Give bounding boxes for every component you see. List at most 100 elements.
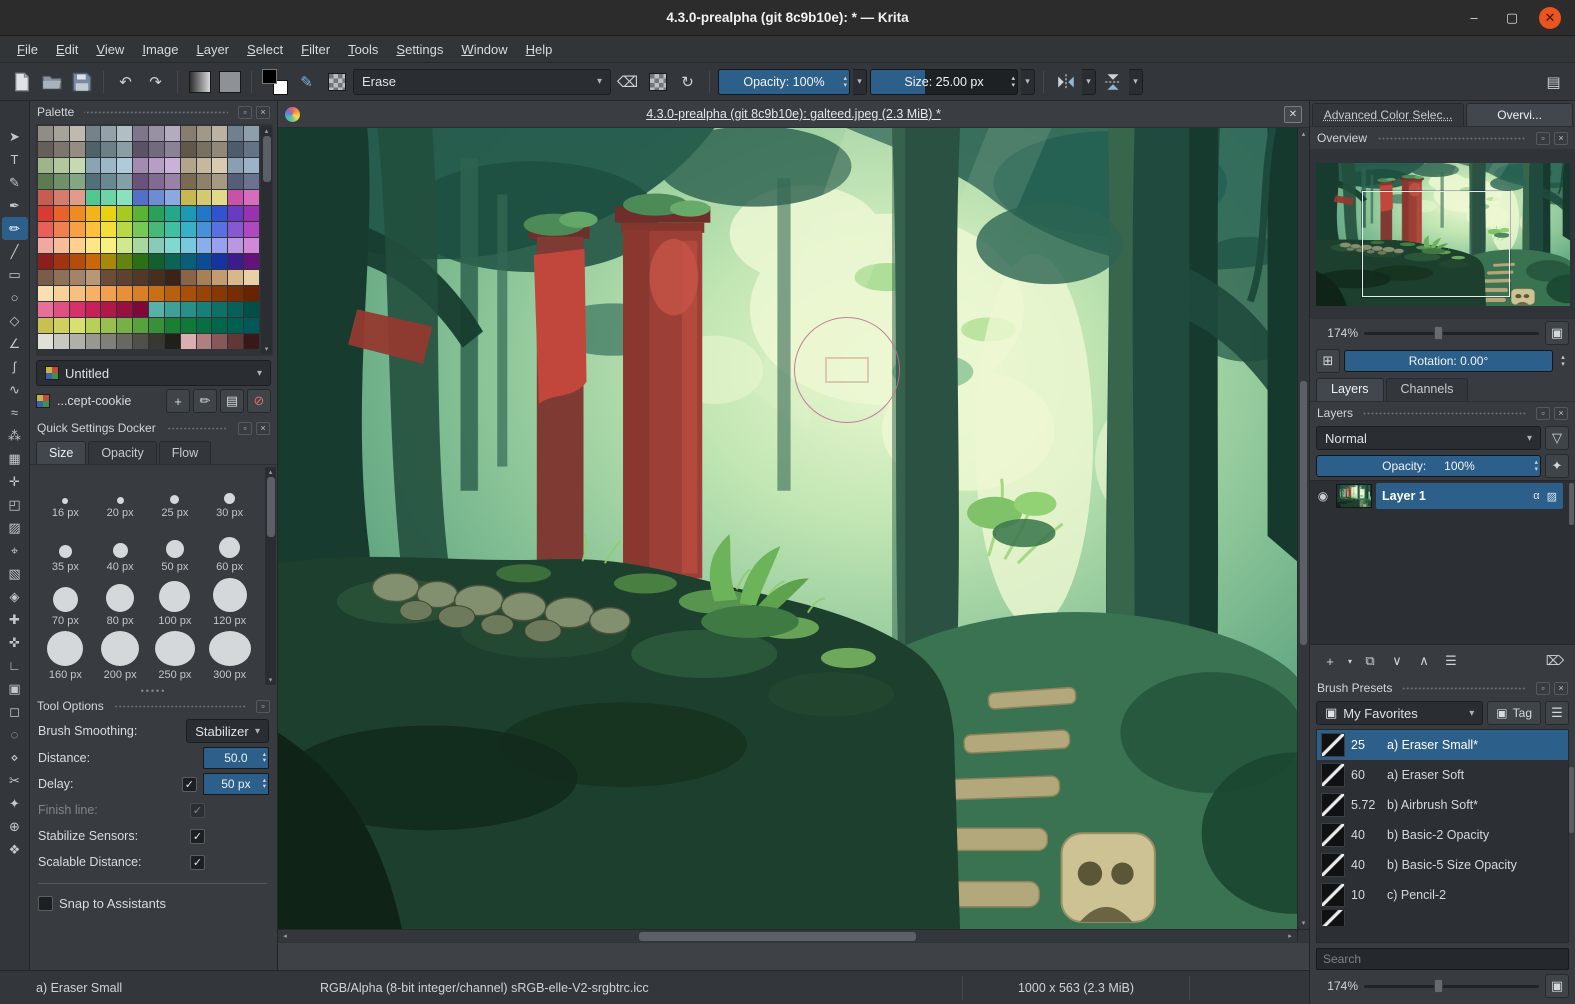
redo-button[interactable]: ↷ (142, 68, 169, 95)
edit-palette-button[interactable]: ✏ (193, 389, 217, 413)
palette-swatch-7-12[interactable] (228, 238, 244, 253)
brush-smoothing-combo[interactable]: Stabilizer ▾ (186, 719, 269, 743)
palette-swatch-10-6[interactable] (133, 286, 148, 301)
palette-swatch-6-6[interactable] (133, 222, 148, 237)
palette-swatch-0-8[interactable] (164, 126, 180, 141)
palette-swatch-5-13[interactable] (244, 206, 259, 221)
tool-rectangle[interactable]: ▭ (2, 263, 28, 286)
layer-row[interactable]: ◉ Layer 1 α ▨ (1310, 481, 1575, 511)
drag-grip[interactable] (1363, 410, 1526, 416)
preset-row-1[interactable]: 60 a) Eraser Soft (1317, 760, 1568, 790)
spin-arrows[interactable]: ▴ ▾ (263, 774, 266, 794)
menu-select[interactable]: Select (238, 38, 292, 61)
palette-swatch-7-11[interactable] (212, 238, 228, 253)
brush-size-120px[interactable]: 120 px (202, 577, 257, 629)
scroll-left-icon[interactable]: ◂ (278, 932, 292, 940)
add-layer-button[interactable]: + (1318, 649, 1342, 673)
tool-edit-shapes[interactable]: ✎ (2, 171, 28, 194)
tool-dynamic-brush[interactable]: ≈ (2, 401, 28, 424)
palette-swatch-1-7[interactable] (148, 142, 164, 157)
palette-swatch-9-0[interactable] (38, 270, 53, 285)
drag-grip[interactable] (1402, 685, 1526, 691)
tool-freehand-brush[interactable]: ✏ (1, 217, 28, 240)
palette-swatch-10-9[interactable] (180, 286, 196, 301)
palette-swatch-8-12[interactable] (228, 254, 244, 269)
brush-size-70px[interactable]: 70 px (38, 577, 93, 629)
blend-mode-combo[interactable]: Normal ▾ (1316, 426, 1541, 450)
qs-scrollbar[interactable]: ▴ ▾ (265, 467, 276, 685)
quick-settings-float-icon[interactable]: ▫ (238, 421, 252, 435)
pattern-chooser-button[interactable] (216, 68, 243, 95)
palette-swatch-10-10[interactable] (196, 286, 212, 301)
brush-size-16px[interactable]: 16 px (38, 469, 93, 521)
palette-swatch-1-10[interactable] (196, 142, 212, 157)
palette-swatch-1-12[interactable] (228, 142, 244, 157)
palette-swatch-0-2[interactable] (69, 126, 85, 141)
palette-swatch-0-6[interactable] (133, 126, 148, 141)
tool-select-rectangular[interactable]: ◻ (2, 700, 28, 723)
preset-row-0[interactable]: 25 a) Eraser Small* (1317, 730, 1568, 760)
palette-swatch-11-4[interactable] (101, 302, 117, 317)
tool-text[interactable]: T (2, 148, 28, 171)
preset-view-mode-button[interactable]: ☰ (1545, 701, 1569, 725)
palette-swatch-8-6[interactable] (133, 254, 148, 269)
palette-swatch-12-3[interactable] (85, 318, 101, 333)
palette-swatch-4-7[interactable] (148, 190, 164, 205)
add-layer-caret[interactable]: ▾ (1345, 649, 1355, 673)
menu-view[interactable]: View (87, 38, 133, 61)
snap-assistants-checkbox[interactable] (38, 895, 53, 911)
palette-swatch-10-8[interactable] (164, 286, 180, 301)
palette-swatch-9-6[interactable] (133, 270, 148, 285)
layer-visibility-icon[interactable]: ◉ (1314, 489, 1332, 503)
palette-swatch-5-9[interactable] (180, 206, 196, 221)
mirror-vertical-button[interactable] (1099, 68, 1126, 95)
palette-swatch-2-4[interactable] (101, 158, 117, 173)
menu-layer[interactable]: Layer (187, 38, 238, 61)
palette-swatch-11-2[interactable] (69, 302, 85, 317)
palette-swatch-3-10[interactable] (196, 174, 212, 189)
palette-swatch-2-5[interactable] (117, 158, 133, 173)
palette-swatch-2-0[interactable] (38, 158, 53, 173)
palette-swatch-7-2[interactable] (69, 238, 85, 253)
brush-presets-float-icon[interactable]: ▫ (1536, 681, 1550, 695)
palette-swatch-13-11[interactable] (212, 334, 228, 349)
palette-swatch-5-10[interactable] (196, 206, 212, 221)
canvas-horizontal-scrollbar[interactable]: ◂ ▸ (278, 929, 1297, 942)
palette-swatch-11-10[interactable] (196, 302, 212, 317)
palette-swatch-5-1[interactable] (53, 206, 69, 221)
preset-filter-combo[interactable]: ▣ My Favorites ▾ (1316, 701, 1484, 725)
palette-swatch-13-13[interactable] (244, 334, 259, 349)
palette-swatch-4-11[interactable] (212, 190, 228, 205)
palette-swatch-13-8[interactable] (164, 334, 180, 349)
palette-swatch-11-1[interactable] (53, 302, 69, 317)
palette-swatch-7-5[interactable] (117, 238, 133, 253)
palette-swatch-1-1[interactable] (53, 142, 69, 157)
palette-swatch-0-10[interactable] (196, 126, 212, 141)
menu-help[interactable]: Help (517, 38, 562, 61)
menu-settings[interactable]: Settings (387, 38, 452, 61)
brush-presets-header[interactable]: Brush Presets ▫ × (1310, 677, 1575, 699)
scrollbar-thumb[interactable] (266, 477, 275, 537)
rotation-spin-arrows[interactable]: ▴ ▾ (1557, 354, 1569, 368)
palette-swatch-1-9[interactable] (180, 142, 196, 157)
fg-bg-color-selector[interactable] (260, 68, 290, 96)
drag-grip[interactable] (84, 109, 228, 115)
palette-swatch-13-4[interactable] (101, 334, 117, 349)
palette-swatch-8-8[interactable] (164, 254, 180, 269)
palette-swatch-13-0[interactable] (38, 334, 53, 349)
layers-float-icon[interactable]: ▫ (1536, 406, 1550, 420)
scroll-up-icon[interactable]: ▴ (269, 467, 273, 477)
drag-grip[interactable] (1377, 135, 1526, 141)
tool-assistants[interactable]: ✜ (2, 631, 28, 654)
palette-swatch-1-8[interactable] (164, 142, 180, 157)
palette-swatch-9-13[interactable] (244, 270, 259, 285)
choose-workspace-button[interactable]: ▤ (1540, 68, 1567, 95)
opacity-slider[interactable]: Opacity: 100% ▴ ▾ (718, 68, 850, 95)
palette-swatch-6-3[interactable] (85, 222, 101, 237)
palette-swatch-4-10[interactable] (196, 190, 212, 205)
palette-swatch-8-13[interactable] (244, 254, 259, 269)
tool-polyline[interactable]: ∠ (2, 332, 28, 355)
palette-swatch-13-12[interactable] (228, 334, 244, 349)
tool-move[interactable]: ✛ (2, 470, 28, 493)
distance-spinbox[interactable]: 50.0 ▴ ▾ (202, 747, 269, 769)
